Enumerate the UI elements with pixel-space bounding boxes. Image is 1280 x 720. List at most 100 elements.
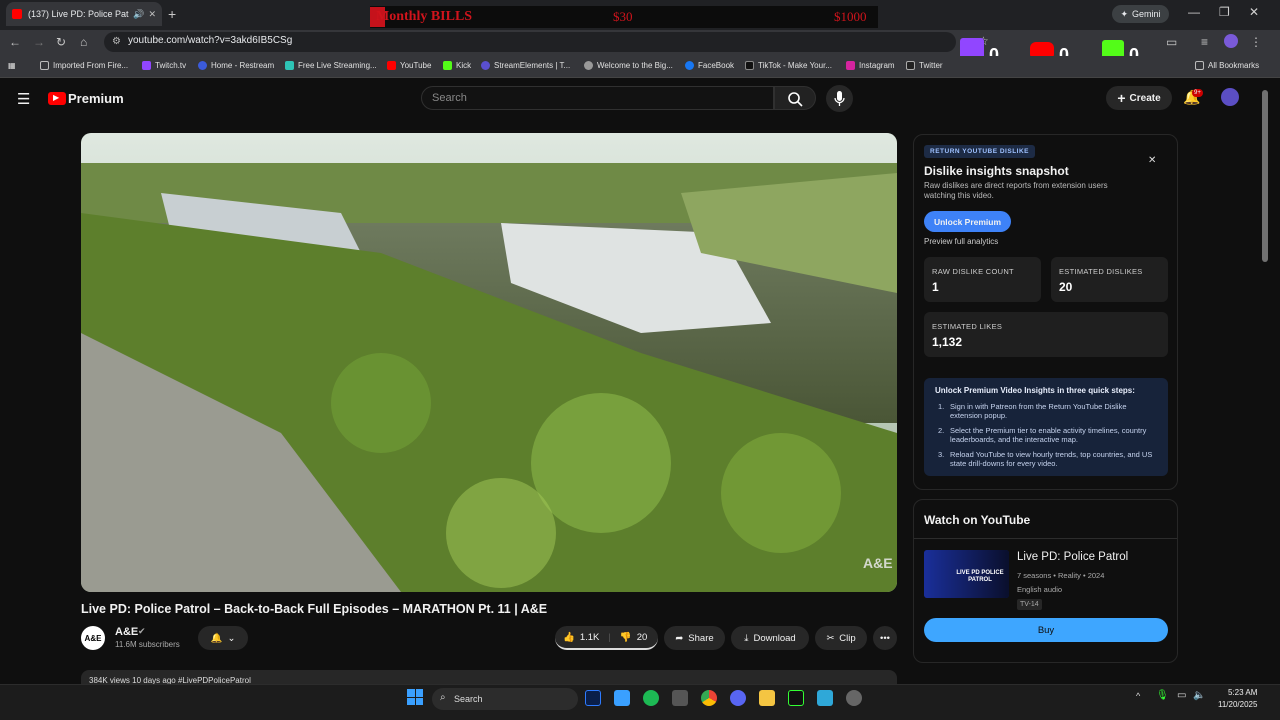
bookmark-label: Twitch.tv [155,61,187,70]
site-info-icon[interactable]: ⚙ [112,36,121,47]
new-tab-button[interactable]: + [168,6,176,22]
bookmark-label: YouTube [400,61,432,70]
tiktok-icon [745,61,754,70]
youtube-favicon-icon [12,9,22,19]
create-button[interactable]: + Create [1106,86,1172,110]
search-input[interactable]: Search [421,86,774,110]
search-button[interactable] [774,86,816,110]
photos-icon[interactable] [614,690,630,706]
ryd-heading: Dislike insights snapshot [924,164,1069,178]
bookmark-youtube[interactable]: YouTube [387,61,431,70]
bookmark-free-live[interactable]: Free Live Streaming... [285,61,377,70]
notepad-icon[interactable] [817,690,833,706]
more-actions-button[interactable]: ••• [873,626,897,650]
browser-tab[interactable]: (137) Live PD: Police Patrol 🔊 ✕ [6,2,162,26]
search-icon: ⌕ [440,692,446,703]
forward-icon[interactable]: → [33,35,45,49]
clip-button[interactable]: ✂ Clip [815,626,867,650]
share-button[interactable]: ➦ Share [664,626,725,650]
reload-icon[interactable]: ↻ [56,35,66,49]
clock-time[interactable]: 5:23 AM [1228,688,1257,697]
user-avatar[interactable] [1221,88,1239,106]
show-title[interactable]: Live PD: Police Patrol [1017,551,1128,563]
dislike-button[interactable]: 👎 20 [620,632,647,643]
volume-icon[interactable]: 🔈 [1193,690,1205,701]
bookmark-streamelements[interactable]: StreamElements | T... [481,61,570,70]
apps-icon[interactable]: ▦ [8,61,16,70]
network-icon[interactable]: ▭ [1177,690,1186,701]
bookmark-label: FaceBook [698,61,735,70]
subscription-bell-button[interactable]: 🔔 ⌄ [198,626,248,650]
bookmark-twitter[interactable]: Twitter [906,61,943,70]
step-3: Reload YouTube to view hourly trends, to… [950,450,1153,468]
back-icon[interactable]: ← [9,35,21,49]
download-button[interactable]: ⤓ Download [731,626,809,650]
photoshop-icon[interactable] [585,690,601,706]
bookmark-twitch[interactable]: Twitch.tv [142,61,186,70]
bookmark-kick[interactable]: Kick [443,61,471,70]
mic-icon[interactable]: 🎙 [1156,690,1169,701]
spotify-icon[interactable] [643,690,659,706]
premium-steps-box: Unlock Premium Video Insights in three q… [924,378,1168,476]
bookmark-tiktok[interactable]: TikTok - Make Your... [745,61,832,70]
close-window-icon[interactable]: ✕ [1249,5,1259,19]
terminal-icon[interactable] [788,690,804,706]
file-explorer-icon[interactable] [759,690,775,706]
video-watermark: A&E [863,555,893,571]
clip-label: Clip [839,632,856,644]
scrollbar-thumb[interactable] [1262,90,1268,262]
preview-analytics-link[interactable]: Preview full analytics [924,237,998,246]
maximize-icon[interactable]: ❐ [1219,5,1230,19]
tab-search-icon[interactable]: ▭ [1166,35,1177,49]
folder-icon [1195,61,1204,70]
chrome-menu-icon[interactable]: ⋮ [1250,35,1262,49]
bookmark-restream[interactable]: Home - Restream [198,61,274,70]
close-icon[interactable]: ✕ [1148,155,1156,166]
download-icon: ⤓ [744,632,749,644]
taskbar-search[interactable]: ⌕ Search [432,688,578,710]
unlock-premium-button[interactable]: Unlock Premium [924,211,1011,232]
chevron-up-icon[interactable]: ^ [1136,691,1140,701]
speaker-icon[interactable]: 🔊 [133,9,144,20]
bookmark-imported[interactable]: Imported From Fire... [40,61,128,70]
buy-button[interactable]: Buy [924,618,1168,642]
capture-icon[interactable] [672,690,688,706]
clock-date[interactable]: 11/20/2025 [1218,700,1257,709]
tab-close-icon[interactable]: ✕ [148,9,156,20]
minimize-icon[interactable]: — [1188,5,1200,19]
bills-goal: $1000 [834,9,867,24]
plus-icon: + [1117,90,1126,106]
estimated-likes-card: ESTIMATED LIKES 1,132 [924,312,1168,357]
estimated-dislikes-value: 20 [1059,280,1073,294]
channel-avatar[interactable]: A&E [81,626,105,650]
gemini-button[interactable]: ✦ Gemini [1112,5,1169,23]
download-label: Download [753,632,796,644]
x-icon [906,61,915,70]
search-icon [788,92,803,107]
subscriber-count: 11.6M subscribers [115,640,180,649]
app-icon[interactable] [846,690,862,706]
home-icon[interactable]: ⌂ [80,35,87,49]
voice-search-button[interactable] [826,85,853,112]
stream-icon [285,61,294,70]
channel-name[interactable]: A&E [115,626,138,638]
estimated-dislikes-label: ESTIMATED DISLIKES [1059,267,1143,276]
discord-icon[interactable] [730,690,746,706]
profile-avatar[interactable] [1224,34,1238,48]
media-icon[interactable]: ≡ [1201,35,1208,49]
bookmark-facebook[interactable]: FaceBook [685,61,734,70]
video-player[interactable]: A&E [81,133,897,592]
windows-start-icon[interactable] [407,689,423,705]
url-field[interactable]: ⚙ youtube.com/watch?v=3akd6IB5CSg [104,32,956,52]
bookmark-instagram[interactable]: Instagram [846,61,895,70]
chrome-icon[interactable] [701,690,717,706]
all-bookmarks[interactable]: All Bookmarks [1195,61,1259,70]
premium-logo[interactable]: Premium [68,91,124,106]
bookmark-label: Twitter [919,61,943,70]
bookmark-welcome[interactable]: Welcome to the Big... [584,61,673,70]
show-thumbnail[interactable]: LIVE PD POLICE PATROL [924,550,1009,598]
share-icon: ➦ [675,632,684,644]
menu-icon[interactable]: ☰ [17,90,30,108]
like-button[interactable]: 👍 1.1K [563,632,599,643]
streamelements-icon [481,61,490,70]
